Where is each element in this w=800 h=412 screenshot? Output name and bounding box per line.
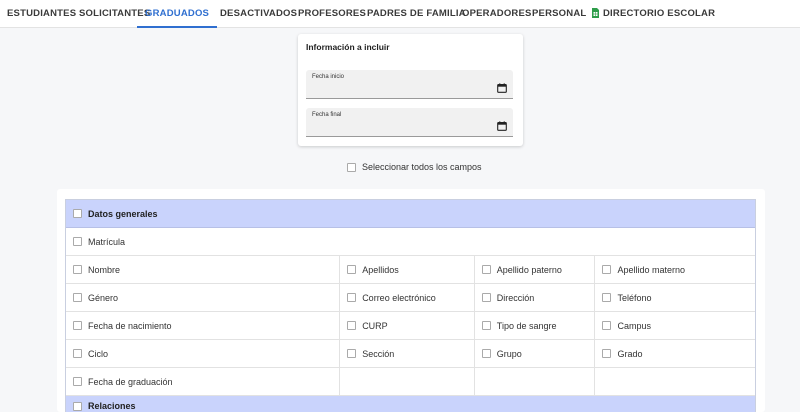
fields-table: Datos generales Matrícula Nombre Apellid… [65, 199, 756, 412]
table-row: Fecha de graduación [66, 368, 755, 396]
field-label: Fecha de graduación [88, 376, 173, 387]
table-row: Ciclo Sección Grupo Grado [66, 340, 755, 368]
checkbox[interactable] [347, 349, 357, 358]
field-seccion[interactable]: Sección [340, 340, 475, 367]
tab-padres-de-familia[interactable]: PADRES DE FAMILIA [367, 0, 466, 28]
field-campus[interactable]: Campus [595, 312, 755, 339]
field-matricula[interactable]: Matrícula [66, 228, 755, 255]
tab-operadores[interactable]: OPERADORES [462, 0, 532, 28]
checkbox[interactable] [481, 321, 491, 330]
select-all-label: Seleccionar todos los campos [362, 162, 482, 172]
field-label: Apellido paterno [496, 264, 562, 275]
checkbox[interactable] [481, 349, 491, 358]
tab-profesores[interactable]: PROFESORES [298, 0, 366, 28]
field-label: Tipo de sangre [496, 320, 557, 331]
field-genero[interactable]: Género [66, 284, 341, 311]
info-card: Información a incluir Fecha inicio Fecha… [298, 34, 523, 146]
field-grado[interactable]: Grado [595, 340, 755, 367]
table-row: Matrícula [66, 228, 755, 256]
tab-personal[interactable]: PERSONAL [532, 0, 586, 28]
checkbox[interactable] [73, 237, 82, 246]
field-tipo-sangre[interactable]: Tipo de sangre [475, 312, 596, 339]
end-date-label: Fecha final [312, 112, 342, 118]
field-label: Nombre [88, 264, 121, 275]
checkbox[interactable] [602, 349, 612, 358]
section-label: Relaciones [88, 401, 136, 411]
field-label: Sección [362, 348, 395, 359]
field-label: Apellidos [362, 264, 399, 275]
field-nombre[interactable]: Nombre [66, 256, 341, 283]
info-title: Información a incluir [306, 42, 390, 52]
checkbox[interactable] [602, 321, 612, 330]
checkbox[interactable] [347, 293, 357, 302]
table-row: Género Correo electrónico Dirección Telé… [66, 284, 755, 312]
field-label: Género [88, 292, 119, 303]
empty-cell [595, 368, 755, 395]
field-label: Apellido materno [617, 264, 685, 275]
empty-cell [475, 368, 596, 395]
tab-graduados[interactable]: GRADUADOS [137, 0, 218, 28]
checkbox[interactable] [73, 293, 82, 302]
field-label: Campus [617, 320, 651, 331]
section-datos-generales[interactable]: Datos generales [66, 200, 755, 228]
field-apellido-paterno[interactable]: Apellido paterno [475, 256, 596, 283]
checkbox[interactable] [347, 162, 356, 172]
field-label: CURP [362, 320, 388, 331]
field-label: Matrícula [88, 236, 126, 247]
checkbox[interactable] [73, 349, 82, 358]
calendar-icon[interactable] [497, 80, 507, 98]
field-apellido-materno[interactable]: Apellido materno [595, 256, 755, 283]
field-curp[interactable]: CURP [340, 312, 475, 339]
checkbox[interactable] [73, 401, 82, 411]
field-label: Fecha de nacimiento [88, 320, 172, 331]
calendar-icon[interactable] [497, 118, 507, 136]
field-label: Dirección [496, 292, 535, 303]
checkbox[interactable] [347, 321, 357, 330]
start-date-field[interactable]: Fecha inicio [306, 70, 513, 99]
field-ciclo[interactable]: Ciclo [66, 340, 341, 367]
fields-card: Datos generales Matrícula Nombre Apellid… [57, 189, 765, 412]
field-label: Teléfono [617, 292, 652, 303]
tab-directorio-escolar[interactable]: DIRECTORIO ESCOLAR [592, 0, 715, 28]
table-row: Fecha de nacimiento CURP Tipo de sangre … [66, 312, 755, 340]
end-date-field[interactable]: Fecha final [306, 108, 513, 137]
section-relaciones[interactable]: Relaciones [66, 396, 755, 412]
field-apellidos[interactable]: Apellidos [340, 256, 475, 283]
field-label: Correo electrónico [362, 292, 436, 303]
empty-cell [340, 368, 475, 395]
field-label: Grado [617, 348, 643, 359]
tab-desactivados[interactable]: DESACTIVADOS [220, 0, 297, 28]
field-direccion[interactable]: Dirección [475, 284, 596, 311]
tab-directorio-escolar-label: DIRECTORIO ESCOLAR [603, 8, 716, 19]
checkbox[interactable] [481, 265, 491, 274]
checkbox[interactable] [481, 293, 491, 302]
start-date-label: Fecha inicio [312, 74, 345, 80]
checkbox[interactable] [73, 377, 82, 386]
checkbox[interactable] [602, 293, 612, 302]
checkbox[interactable] [73, 321, 82, 330]
field-telefono[interactable]: Teléfono [595, 284, 755, 311]
field-label: Ciclo [88, 348, 109, 359]
checkbox[interactable] [73, 265, 82, 274]
field-grupo[interactable]: Grupo [475, 340, 596, 367]
checkbox[interactable] [73, 209, 82, 218]
section-label: Datos generales [88, 208, 158, 219]
select-all-checkbox[interactable]: Seleccionar todos los campos [347, 162, 482, 172]
top-nav: ESTUDIANTES SOLICITANTES GRADUADOS DESAC… [0, 0, 800, 28]
checkbox[interactable] [347, 265, 357, 274]
field-correo-electronico[interactable]: Correo electrónico [340, 284, 475, 311]
table-row: Nombre Apellidos Apellido paterno Apelli… [66, 256, 755, 284]
spreadsheet-doc-icon [592, 2, 599, 30]
field-fecha-nacimiento[interactable]: Fecha de nacimiento [66, 312, 341, 339]
tab-estudiantes[interactable]: ESTUDIANTES [7, 0, 76, 28]
field-label: Grupo [496, 348, 522, 359]
field-fecha-graduacion[interactable]: Fecha de graduación [66, 368, 341, 395]
checkbox[interactable] [602, 265, 612, 274]
